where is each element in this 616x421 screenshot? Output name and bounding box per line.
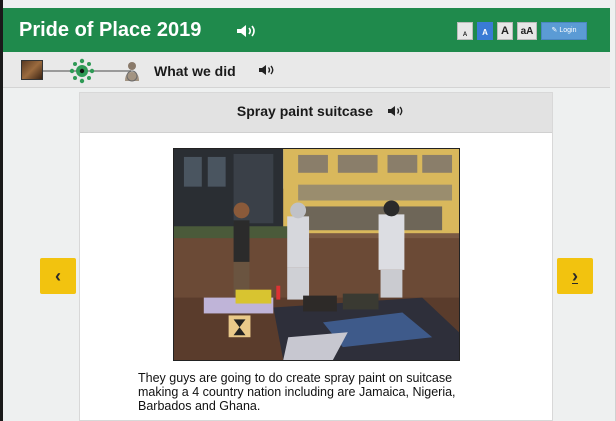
previous-arrow-button[interactable]: ‹ <box>40 258 76 294</box>
breadcrumb: What we did <box>3 52 610 88</box>
next-arrow-button[interactable]: › <box>557 258 593 294</box>
card-header: Spray paint suitcase <box>80 93 552 133</box>
speaker-icon[interactable] <box>236 24 258 38</box>
card-title: Spray paint suitcase <box>236 103 374 119</box>
text-size-toggle-button[interactable]: aA <box>517 22 537 40</box>
login-label: Login <box>559 27 577 34</box>
pencil-icon: ✎ <box>551 27 558 34</box>
activity-photo <box>173 148 460 361</box>
app-header: Pride of Place 2019 A A A aA ✎ Login <box>3 8 610 52</box>
text-size-large-button[interactable]: A <box>497 22 513 40</box>
text-size-small-button[interactable]: A <box>477 22 493 40</box>
speaker-icon[interactable] <box>258 64 276 76</box>
network-node-icon[interactable] <box>69 58 95 84</box>
app-title: Pride of Place 2019 <box>19 19 202 41</box>
person-icon[interactable] <box>122 59 142 83</box>
content-card: Spray paint suitcase They guys are going… <box>79 92 553 421</box>
photo-caption: They guys are going to do create spray p… <box>138 371 456 413</box>
thumbnail-icon[interactable] <box>21 60 43 80</box>
text-size-smallest-button[interactable]: A <box>457 22 473 40</box>
login-button[interactable]: ✎ Login <box>541 22 587 40</box>
section-title: What we did <box>154 63 236 79</box>
speaker-icon[interactable] <box>387 105 405 117</box>
